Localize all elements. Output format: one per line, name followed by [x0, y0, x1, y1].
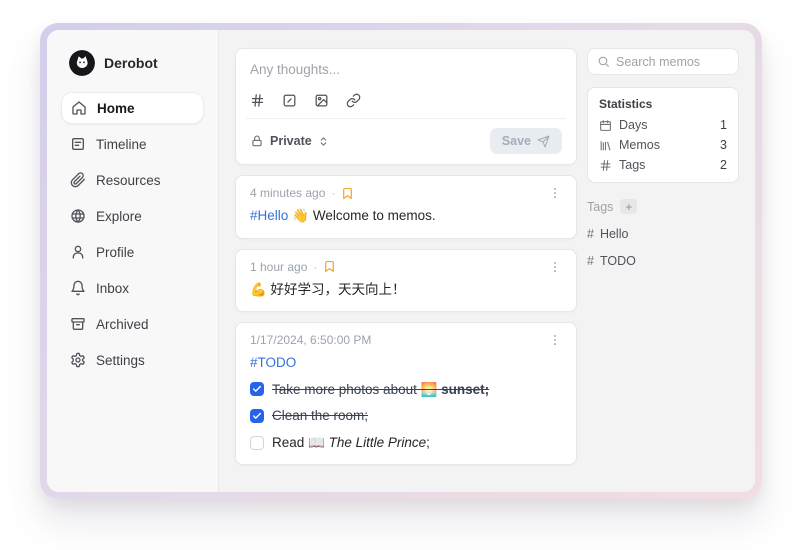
gear-icon [71, 352, 85, 368]
hash-prefix: # [587, 254, 594, 268]
sidebar-item-explore[interactable]: Explore [61, 200, 204, 232]
sidebar-item-label: Settings [96, 352, 145, 368]
stat-value: 1 [720, 118, 727, 132]
main-content: Private Save 4 minutes ago · [219, 30, 587, 492]
hashtag-icon[interactable] [250, 93, 265, 108]
memo-text: 👋 Welcome to memos. [292, 208, 436, 223]
app-window: Derobot Home Timeline Resources Explore … [40, 23, 762, 499]
avatar [69, 50, 95, 76]
image-icon[interactable] [314, 93, 329, 108]
hash-icon [600, 159, 611, 171]
stat-label: Days [619, 118, 648, 132]
checkbox-checked[interactable] [250, 382, 264, 397]
tag-link-hello[interactable]: #Hello [250, 208, 288, 223]
memo-text: 💪 好好学习，天天向上！ [250, 281, 406, 297]
stat-row-memos: Memos 3 [599, 138, 727, 152]
stat-row-days: Days 1 [599, 118, 727, 132]
checkbox-checked[interactable] [250, 409, 264, 424]
search-box [587, 48, 739, 75]
composer-input[interactable] [250, 62, 562, 77]
statistics-card: Statistics Days 1 Memos 3 Tags 2 [587, 87, 739, 183]
home-icon [72, 101, 86, 115]
sidebar-item-profile[interactable]: Profile [61, 236, 204, 268]
stat-label: Tags [619, 158, 646, 172]
user-icon [72, 245, 84, 259]
more-menu-button[interactable] [548, 333, 562, 347]
checkbox-slash-icon[interactable] [282, 93, 297, 108]
memo-timestamp: 1 hour ago [250, 259, 308, 274]
sidebar-item-label: Timeline [96, 136, 147, 152]
task-text: Clean the room; [272, 408, 369, 424]
save-button[interactable]: Save [489, 128, 562, 154]
more-menu-button[interactable] [548, 186, 562, 200]
tags-title: Tags [587, 199, 614, 214]
visibility-select[interactable]: Private [250, 134, 329, 148]
memo-card: 4 minutes ago · #Hello 👋 Welcome to memos… [235, 175, 577, 239]
sidebar-item-label: Home [97, 100, 135, 116]
tag-item-hello[interactable]: # Hello [587, 227, 739, 241]
checkbox-unchecked[interactable] [250, 435, 264, 450]
bell-icon [71, 280, 85, 296]
task-item: Take more photos about 🌅 sunset; [250, 380, 562, 400]
stat-value: 3 [720, 138, 727, 152]
visibility-label: Private [270, 134, 312, 148]
separator: · [313, 259, 318, 274]
hash-prefix: # [587, 227, 594, 241]
search-icon [598, 56, 609, 67]
separator: · [331, 186, 336, 200]
tag-label: TODO [599, 254, 636, 268]
memo-card: 1 hour ago · 💪 好好学习，天天向上！ [235, 248, 577, 313]
sidebar: Derobot Home Timeline Resources Explore … [47, 30, 219, 492]
sidebar-item-inbox[interactable]: Inbox [61, 272, 204, 304]
calendar-icon [600, 119, 611, 131]
sidebar-item-label: Inbox [96, 280, 130, 296]
stat-label: Memos [619, 138, 660, 152]
tag-item-todo[interactable]: # TODO [587, 254, 739, 268]
memo-timestamp: 1/17/2024, 6:50:00 PM [250, 333, 372, 348]
sidebar-item-resources[interactable]: Resources [61, 164, 204, 196]
send-icon [537, 135, 550, 147]
right-sidebar: Statistics Days 1 Memos 3 Tags 2 [587, 30, 755, 492]
sidebar-item-label: Profile [96, 244, 135, 260]
chevrons-up-down-icon [320, 136, 327, 146]
stat-value: 2 [720, 158, 727, 172]
composer-divider [246, 118, 566, 119]
sidebar-item-label: Archived [96, 316, 149, 332]
tag-link-todo[interactable]: #TODO [250, 355, 296, 370]
sidebar-item-label: Resources [96, 172, 161, 188]
memo-composer: Private Save [235, 48, 577, 165]
user-menu[interactable]: Derobot [61, 50, 204, 76]
globe-icon [71, 209, 85, 223]
sidebar-item-label: Explore [96, 208, 142, 224]
stat-row-tags: Tags 2 [599, 158, 727, 172]
archive-icon [71, 318, 85, 330]
task-text: Read 📖 The Little Prince; [272, 434, 430, 450]
search-input[interactable] [616, 54, 729, 69]
timeline-icon [72, 138, 84, 150]
task-item: Read 📖 The Little Prince; [250, 433, 562, 453]
add-tag-button[interactable]: + [620, 199, 638, 214]
memo-card: 1/17/2024, 6:50:00 PM #TODO Take more ph… [235, 322, 577, 466]
memos-app: Derobot Home Timeline Resources Explore … [47, 30, 755, 492]
library-icon [600, 140, 611, 150]
more-menu-button[interactable] [548, 260, 562, 274]
sidebar-item-home[interactable]: Home [61, 92, 204, 124]
link-icon[interactable] [346, 93, 361, 108]
task-item: Clean the room; [250, 406, 562, 426]
memo-timestamp: 4 minutes ago [250, 186, 326, 200]
lock-icon [252, 135, 262, 147]
sidebar-item-settings[interactable]: Settings [61, 344, 204, 376]
paperclip-icon [70, 172, 85, 188]
username: Derobot [104, 55, 158, 71]
sidebar-item-timeline[interactable]: Timeline [61, 128, 204, 160]
statistics-title: Statistics [599, 97, 653, 111]
task-text: Take more photos about 🌅 sunset; [272, 381, 490, 397]
sidebar-item-archived[interactable]: Archived [61, 308, 204, 340]
tag-label: Hello [599, 227, 629, 241]
save-label: Save [501, 134, 531, 148]
bookmark-icon [323, 260, 336, 273]
composer-toolbar [250, 93, 562, 108]
bookmark-icon [341, 187, 354, 200]
